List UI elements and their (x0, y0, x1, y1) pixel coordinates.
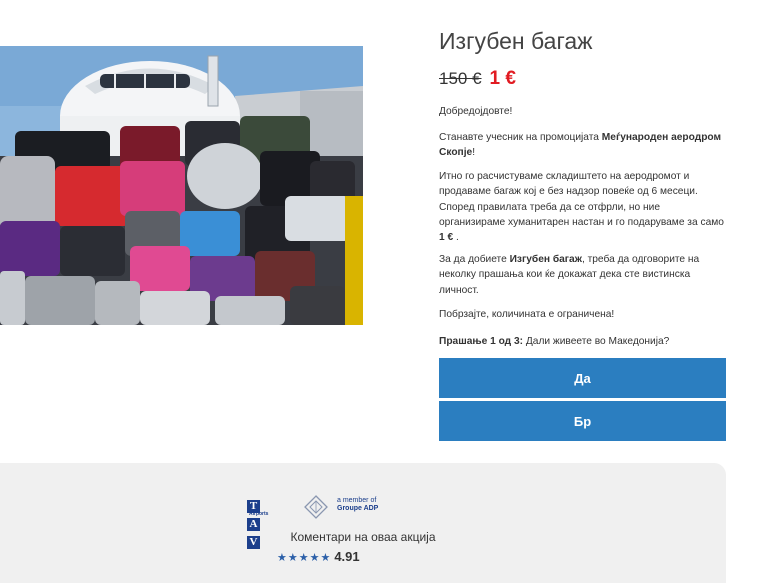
promo-suffix: ! (472, 147, 476, 159)
hurry-text: Побрзајте, количината е ограничена! (439, 309, 615, 320)
adp-diamond-logo-icon (304, 495, 328, 524)
airplane-luggage-illustration (0, 46, 363, 325)
info-price: 1 € (439, 232, 454, 244)
no-button[interactable]: Бр (439, 401, 726, 441)
price-row: 150 € 1 € (439, 68, 516, 90)
comments-heading: Коментари на оваа акција (290, 530, 436, 544)
adp-membership-text: a member of Groupe ADP (337, 497, 397, 513)
promo-prefix: Станавте учесник на промоцијата (439, 132, 602, 143)
tav-subtitle: Airports (249, 511, 269, 517)
rating-score: 4.91 (334, 549, 360, 564)
greeting-text: Добредојдовте! (439, 106, 513, 117)
question-label: Прашање 1 од 3: (439, 336, 524, 347)
info-body: Итно го расчистуваме складиштето на аеро… (439, 171, 724, 228)
question-text: Прашање 1 од 3: Дали живеете во Македони… (439, 334, 726, 349)
adp-line-2: Groupe ADP (337, 505, 379, 512)
info-suffix: . (453, 232, 459, 244)
promo-text: Станавте учесник на промоцијата Меѓунаро… (439, 130, 726, 161)
question-body: Дали живеете во Македонија? (523, 336, 670, 347)
star-icon: ★★★★★ (277, 552, 332, 564)
instructions-text: За да добиете Изгубен багаж, треба да од… (439, 252, 726, 298)
instructions-product: Изгубен багаж (509, 254, 582, 265)
footer-comments-section: TAV Airports a member of Groupe ADP Коме… (0, 463, 726, 583)
yes-button[interactable]: Да (439, 358, 726, 398)
instructions-prefix: За да добиете (439, 254, 510, 265)
adp-line-1: a member of (337, 497, 377, 504)
info-text: Итно го расчистуваме складиштето на аеро… (439, 169, 726, 245)
sale-price: 1 € (489, 68, 516, 89)
product-title: Изгубен багаж (439, 28, 593, 54)
old-price: 150 € (439, 69, 482, 88)
rating: ★★★★★ 4.91 (277, 548, 360, 566)
product-photo (0, 46, 363, 325)
